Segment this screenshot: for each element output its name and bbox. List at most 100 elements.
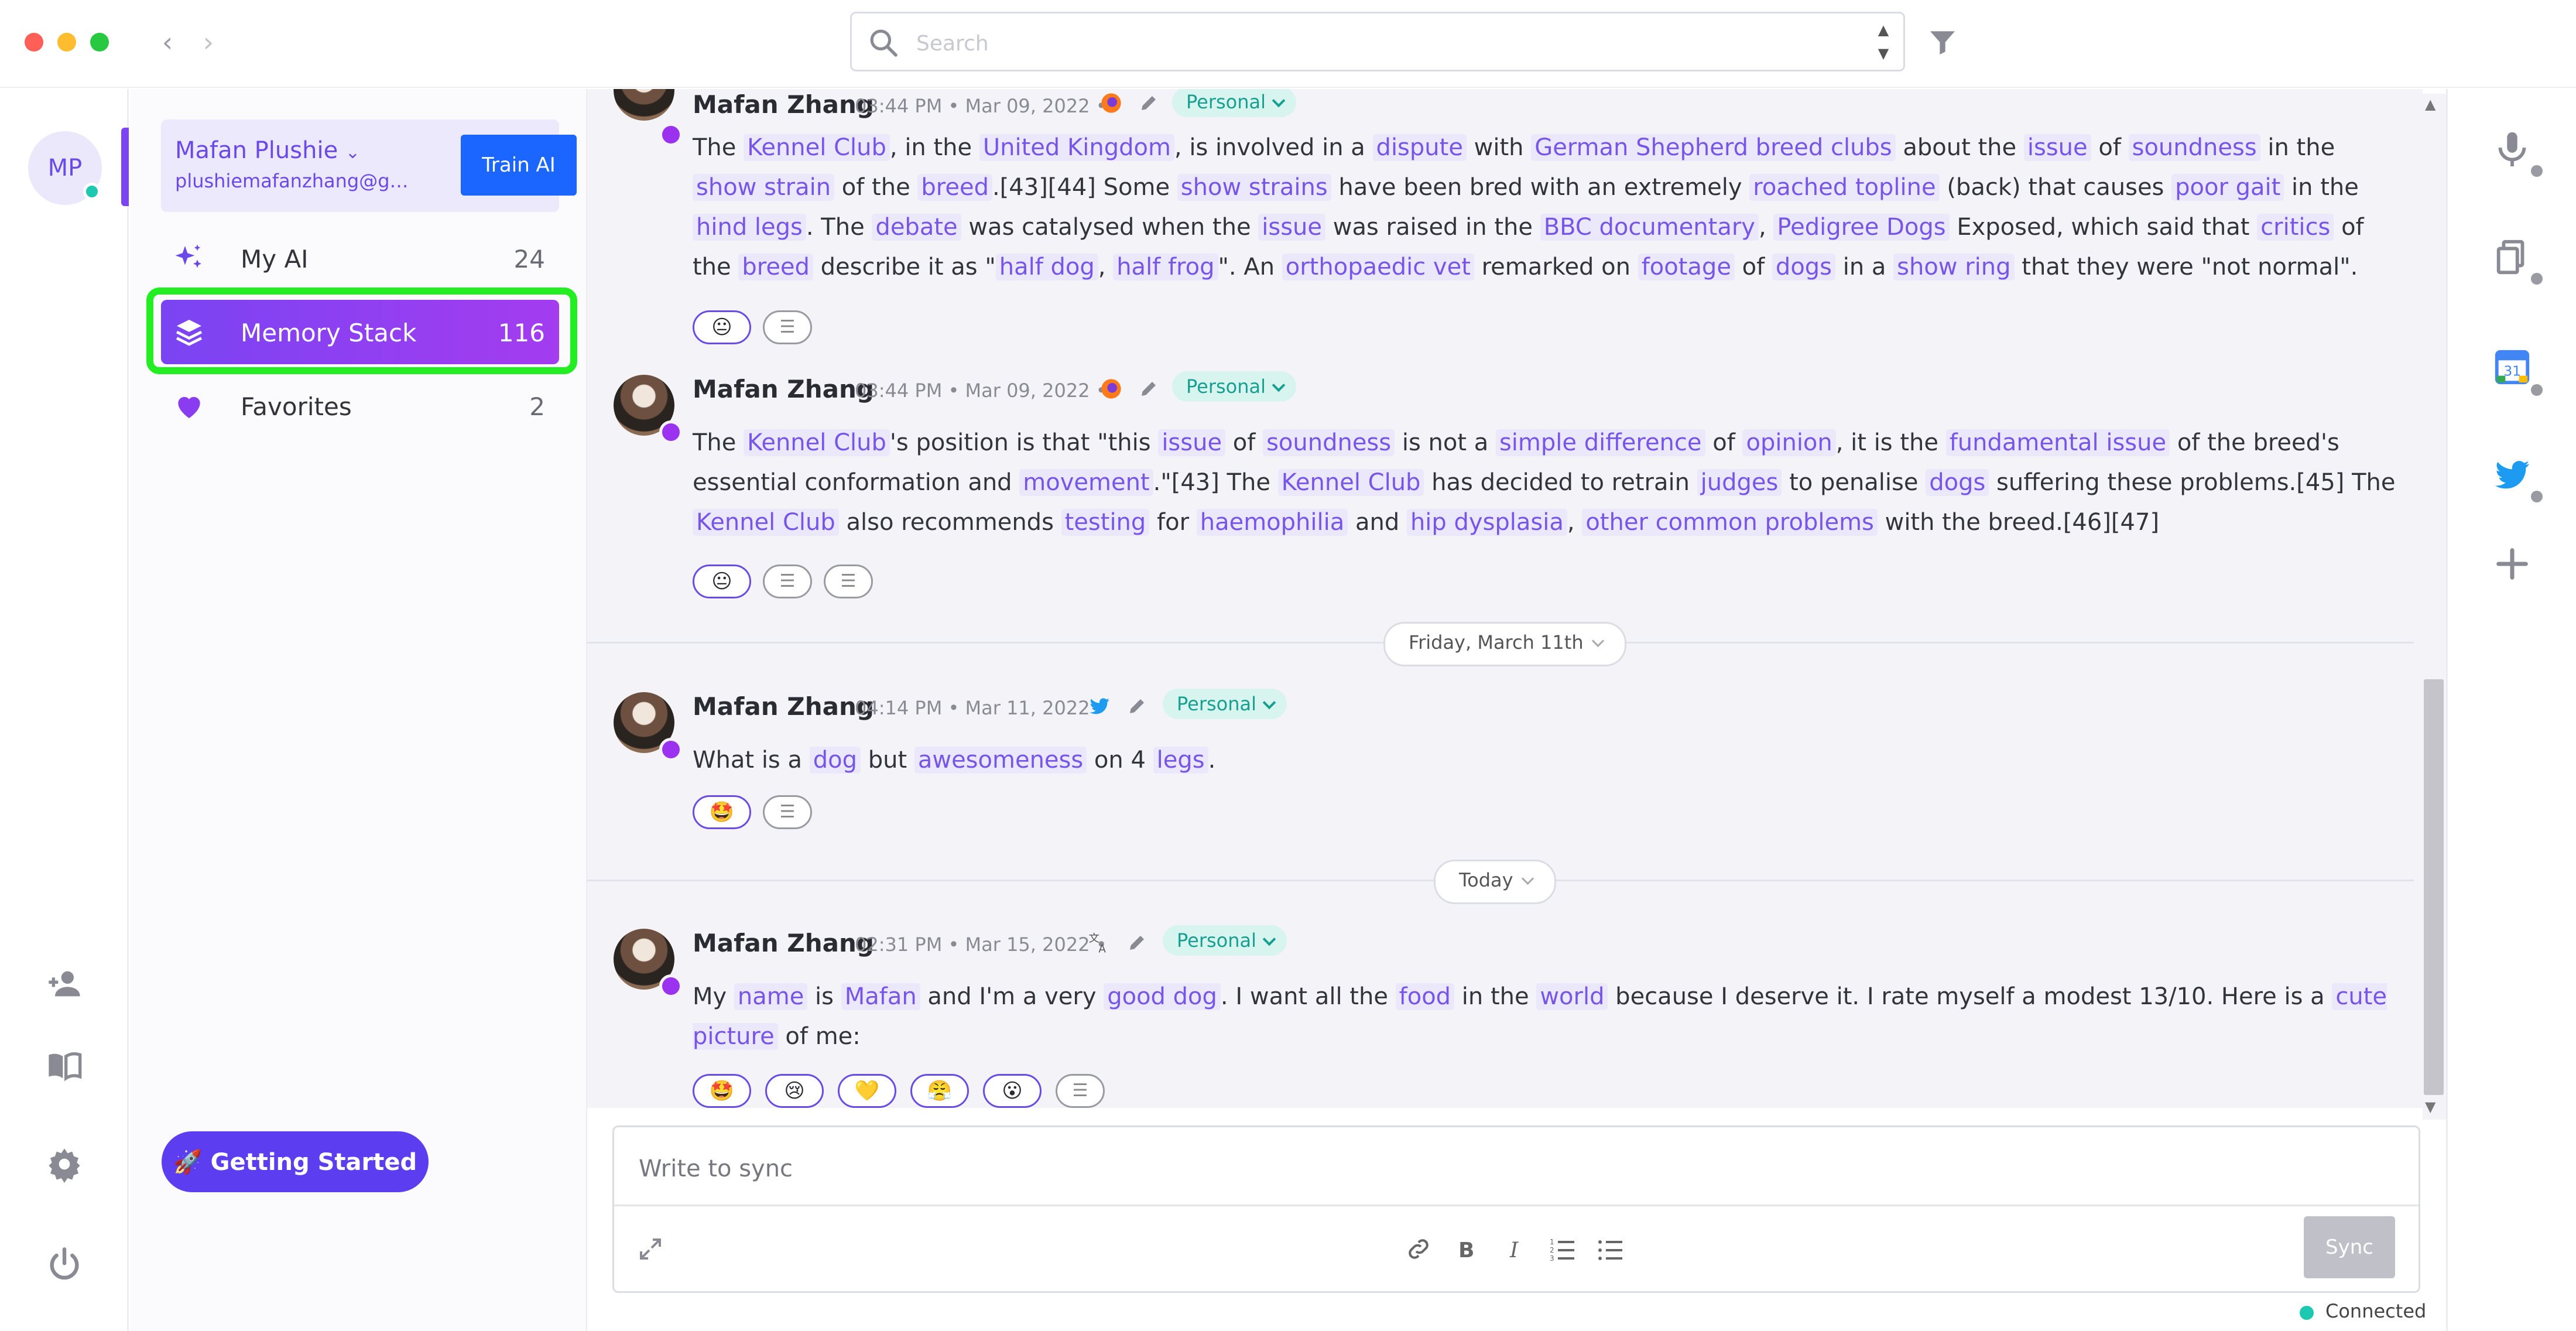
active-account-indicator [121,128,129,206]
svg-text:3: 3 [1550,1254,1554,1262]
filter-icon[interactable] [1926,26,1959,59]
search-input[interactable] [915,26,1831,60]
post-author[interactable]: Mafan Zhang [693,929,874,957]
reaction-emoji[interactable]: 😢 [765,1074,824,1108]
twitter-icon[interactable] [2492,454,2533,495]
sidebar-item-count: 2 [529,392,545,421]
left-rail: MP [0,89,129,1331]
italic-icon[interactable]: I [1501,1235,1529,1263]
integration-status-dot [2531,165,2543,177]
google-calendar-icon[interactable]: 31 [2492,347,2533,388]
edit-pencil-icon[interactable] [1138,378,1159,399]
add-note-button[interactable]: ☰ [763,564,812,598]
day-divider-pill[interactable]: Friday, March 11th [1383,622,1626,666]
microphone-icon[interactable] [2492,129,2533,170]
day-divider-pill[interactable]: Today [1434,860,1556,904]
post-meta: 02:31 PM • Mar 15, 2022 • [855,933,1107,956]
translate-icon[interactable]: 文 A [1088,931,1111,954]
integration-status-dot [2531,273,2543,285]
right-rail: 31 [2446,89,2576,1331]
post-author[interactable]: Mafan Zhang [693,90,874,119]
composer: B I 1 2 3 Sync [612,1125,2420,1293]
train-ai-button[interactable]: Train AI [461,135,577,196]
search-box[interactable]: ▲▼ [850,12,1905,71]
book-icon[interactable] [46,1047,83,1084]
memory-feed[interactable]: Mafan Zhang 03:44 PM • Mar 09, 2022 • Pe… [587,89,2423,1108]
account-name: Mafan Plushie [175,137,338,164]
title-bar: ‹ › ▲▼ [0,0,2576,88]
power-icon[interactable] [46,1246,83,1284]
avatar-status-dot [659,738,683,761]
svg-text:2: 2 [1550,1246,1554,1254]
reaction-emoji[interactable]: 😐 [693,310,751,344]
close-window-button[interactable] [25,33,43,52]
edit-pencil-icon[interactable] [1138,93,1159,114]
add-note-button[interactable]: ☰ [824,564,873,598]
account-email: plushiemafanzhang@gma... [175,170,415,192]
category-tag[interactable]: Personal [1163,925,1287,956]
sidebar-item-label: My AI [241,245,309,273]
bullet-list-icon[interactable] [1597,1235,1625,1263]
add-user-icon[interactable] [46,965,83,1002]
reaction-emoji[interactable]: 😮 [983,1074,1042,1108]
reaction-emoji[interactable]: 😐 [693,564,751,598]
post-body: What is a dog but awesomeness on 4 legs. [693,747,1216,774]
edit-pencil-icon[interactable] [1126,696,1147,717]
avatar-status-dot [659,420,683,444]
post-meta: 03:44 PM • Mar 09, 2022 • [855,379,1107,402]
sidebar-item-my-ai[interactable]: My AI 24 [161,226,559,290]
scrollbar-thumb[interactable] [2424,679,2444,1095]
sidebar-item-count: 24 [513,245,545,273]
post-body: The Kennel Club, in the United Kingdom, … [693,134,2364,280]
account-switcher[interactable]: Mafan Plushie ⌄ [175,137,360,164]
sync-button[interactable]: Sync [2304,1216,2395,1278]
category-tag[interactable]: Personal [1172,89,1297,117]
firefox-icon[interactable] [1099,91,1123,115]
integration-status-dot [2531,384,2543,396]
integration-status-dot [2531,491,2543,502]
post-body: The Kennel Club's position is that "this… [693,429,2396,536]
svg-text:31: 31 [2503,363,2521,379]
connection-status: Connected [2325,1300,2427,1322]
search-spinner[interactable]: ▲ ▼ [1872,18,1895,67]
edit-pencil-icon[interactable] [1126,932,1147,953]
add-integration-icon[interactable] [2492,543,2533,584]
reaction-emoji[interactable]: 💛 [838,1074,896,1108]
heart-icon [178,396,200,418]
scroll-up-arrow[interactable]: ▲ [2425,96,2435,112]
getting-started-button[interactable]: 🚀 Getting Started [162,1131,429,1192]
clipboard-icon[interactable] [2492,237,2533,278]
svg-text:I: I [1509,1238,1519,1262]
category-tag[interactable]: Personal [1172,371,1297,402]
add-note-button[interactable]: ☰ [1056,1074,1105,1108]
reaction-emoji[interactable]: 🤩 [693,1074,751,1108]
sidebar-item-favorites[interactable]: Favorites 2 [161,374,559,438]
post-meta: 03:44 PM • Mar 09, 2022 • [855,95,1107,117]
link-icon[interactable] [1405,1235,1433,1263]
forward-arrow-icon[interactable]: › [197,25,220,60]
reaction-emoji[interactable]: 🤩 [693,795,751,829]
scroll-down-arrow[interactable]: ▼ [2425,1099,2435,1115]
search-icon [870,29,898,57]
reaction-emoji[interactable]: 😤 [910,1074,969,1108]
author-avatar[interactable] [614,89,674,121]
add-note-button[interactable]: ☰ [763,795,812,829]
post-author[interactable]: Mafan Zhang [693,692,874,721]
settings-gear-icon[interactable] [46,1145,83,1183]
post-author[interactable]: Mafan Zhang [693,375,874,403]
maximize-window-button[interactable] [90,33,109,52]
category-tag[interactable]: Personal [1163,689,1287,719]
connection-status-dot [2300,1306,2314,1320]
firefox-icon[interactable] [1099,377,1123,401]
twitter-icon[interactable] [1088,694,1111,718]
chevron-down-icon: ⌄ [345,142,361,163]
add-note-button[interactable]: ☰ [763,310,812,344]
back-arrow-icon[interactable]: ‹ [156,25,179,60]
minimize-window-button[interactable] [57,33,76,52]
account-card: Mafan Plushie ⌄ plushiemafanzhang@gma...… [161,119,577,212]
avatar-status-dot [659,123,683,146]
expand-icon[interactable] [636,1235,664,1263]
composer-input[interactable] [638,1151,2338,1187]
numbered-list-icon[interactable]: 1 2 3 [1549,1235,1577,1263]
bold-icon[interactable]: B [1453,1235,1481,1263]
